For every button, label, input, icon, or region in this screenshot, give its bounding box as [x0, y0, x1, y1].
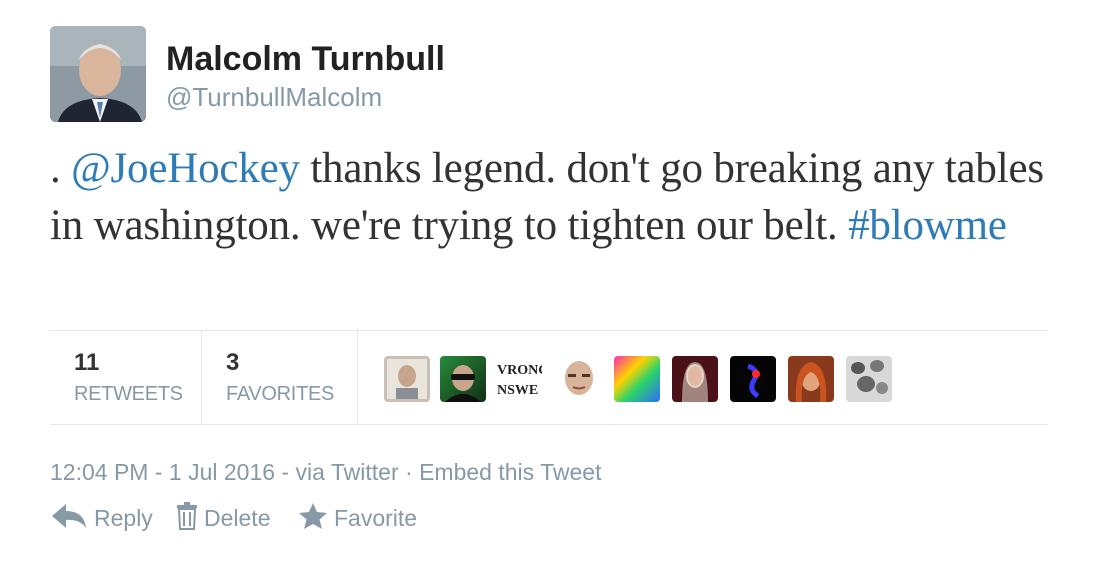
- favoriter-avatar[interactable]: [556, 356, 602, 402]
- meta-separator: ·: [398, 459, 420, 485]
- retweets-count: 11: [74, 349, 100, 376]
- profile-avatar[interactable]: [50, 26, 146, 122]
- favorites-stat[interactable]: 3 FAVORITES: [202, 331, 357, 424]
- tweet-prefix: .: [50, 145, 72, 192]
- profile-photo: [50, 26, 146, 122]
- favoriter-avatar[interactable]: [788, 356, 834, 402]
- star-icon: [298, 502, 328, 535]
- user-name[interactable]: Malcolm Turnbull: [166, 40, 445, 79]
- favorite-button[interactable]: Favorite: [298, 500, 417, 536]
- user-handle[interactable]: @TurnbullMalcolm: [166, 82, 382, 113]
- retweets-stat[interactable]: 11 RETWEETS: [50, 331, 200, 424]
- favoriter-avatar[interactable]: [730, 356, 776, 402]
- tweet-source: via Twitter: [295, 459, 399, 485]
- favoriter-avatar[interactable]: [846, 356, 892, 402]
- tweet-meta: 12:04 PM - 1 Jul 2016 - via Twitter · Em…: [50, 459, 601, 486]
- tweet-time[interactable]: 12:04 PM: [50, 459, 148, 485]
- favoriter-avatar[interactable]: [440, 356, 486, 402]
- favoriter-avatar[interactable]: [672, 356, 718, 402]
- reply-button[interactable]: Reply: [50, 500, 153, 536]
- reply-label: Reply: [94, 504, 153, 531]
- reply-icon: [50, 502, 88, 535]
- meta-separator: -: [148, 459, 169, 485]
- favorites-count: 3: [226, 349, 240, 376]
- divider-bottom: [50, 424, 1048, 425]
- mention-link[interactable]: @JoeHockey: [71, 145, 300, 192]
- delete-button[interactable]: Delete: [176, 500, 270, 536]
- tweet-text: . @JoeHockey thanks legend. don't go bre…: [50, 140, 1060, 254]
- delete-label: Delete: [204, 504, 271, 531]
- avatar-text-line2: NSWE: [497, 383, 538, 398]
- meta-separator: -: [275, 459, 296, 485]
- favorite-label: Favorite: [334, 504, 418, 531]
- favorites-label: FAVORITES: [226, 383, 335, 405]
- retweets-label: RETWEETS: [74, 383, 183, 405]
- stats-separator: [357, 331, 358, 424]
- favoriter-avatar[interactable]: [614, 356, 660, 402]
- hashtag-link[interactable]: #blowme: [848, 202, 1007, 249]
- embed-tweet-link[interactable]: Embed this Tweet: [419, 459, 601, 485]
- favoriter-avatar[interactable]: [384, 356, 430, 402]
- tweet-date[interactable]: 1 Jul 2016: [169, 459, 275, 485]
- avatar-text-line1: VRONG: [497, 363, 542, 378]
- trash-icon: [176, 501, 198, 535]
- favoriter-avatar[interactable]: VRONG NSWE: [496, 356, 542, 402]
